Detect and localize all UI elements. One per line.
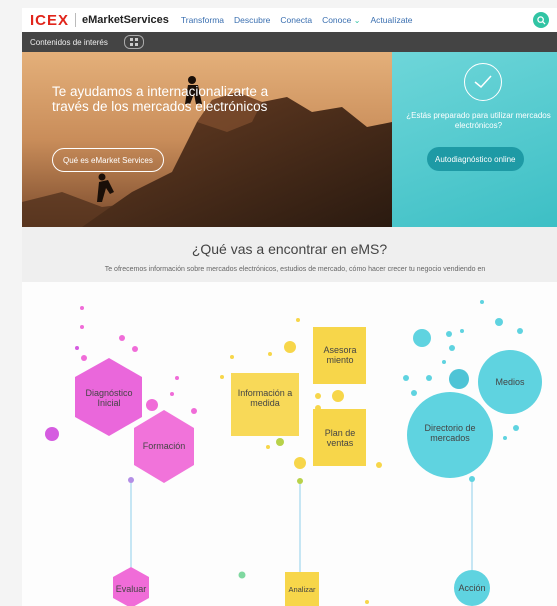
section-description: Te ofrecemos información sobre mercados … [104, 266, 486, 273]
autodiagnostico-button[interactable]: Autodiagnóstico online [427, 147, 524, 171]
self-diagnosis-panel: ¿Estás preparado para utilizar mercados … [392, 52, 557, 227]
accion-label[interactable]: Acción [454, 583, 490, 593]
plan-ventas-label[interactable]: Plan de ventas [319, 428, 361, 448]
mountain-climber-image [22, 52, 392, 227]
grid-toggle-button[interactable] [123, 35, 144, 49]
formacion-label[interactable]: Formación [134, 441, 194, 451]
directorio-label[interactable]: Directorio de mercados [408, 423, 492, 443]
hero-title: Te ayudamos a internacionalizarte a trav… [52, 84, 269, 114]
nav-link-conoce-label: Conoce [322, 15, 352, 25]
nav-links: Transforma Descubre Conecta Conoce ⌄ Act… [181, 15, 413, 25]
medios-label[interactable]: Medios [478, 377, 542, 387]
chevron-down-icon: ⌄ [353, 16, 361, 25]
infographic-shapes [45, 300, 542, 606]
hero-banner: Te ayudamos a internacionalizarte a trav… [22, 52, 392, 227]
nav-link-transforma[interactable]: Transforma [181, 15, 224, 25]
informacion-label[interactable]: Información a medida [231, 388, 299, 408]
evaluar-label[interactable]: Evaluar [113, 584, 149, 594]
search-button[interactable] [533, 12, 549, 28]
nav-link-descubre[interactable]: Descubre [234, 15, 270, 25]
que-es-ems-button[interactable]: Qué es eMarket Services [52, 148, 164, 172]
page: ICEX eMarketServices Transforma Descubre… [0, 0, 557, 606]
section-title: ¿Qué vas a encontrar en eMS? [191, 241, 388, 257]
contenidos-label[interactable]: Contenidos de interés [30, 38, 108, 47]
nav-link-actualizate[interactable]: Actualízate [370, 15, 412, 25]
icex-logo[interactable]: ICEX [30, 12, 69, 29]
analizar-label[interactable]: Analizar [285, 585, 319, 595]
diagnostico-label[interactable]: Diagnóstico Inicial [75, 388, 143, 408]
cta-question: ¿Estás preparado para utilizar mercados … [406, 111, 551, 130]
logo-divider [75, 13, 77, 27]
grid-icon [129, 38, 138, 46]
top-navbar: ICEX eMarketServices Transforma Descubre… [22, 8, 557, 32]
asesoramiento-label[interactable]: Asesora miento [319, 345, 361, 365]
emarketservices-logo[interactable]: eMarketServices [82, 14, 169, 26]
services-infographic: Diagnóstico Inicial Formación Evaluar In… [22, 282, 557, 606]
nav-link-conoce[interactable]: Conoce ⌄ [322, 15, 360, 25]
search-icon [536, 15, 546, 25]
check-circle-icon [464, 63, 502, 101]
what-you-find-section: ¿Qué vas a encontrar en eMS? Te ofrecemo… [22, 227, 557, 282]
checkmark-icon [474, 75, 492, 89]
nav-link-conecta[interactable]: Conecta [280, 15, 312, 25]
content-subbar: Contenidos de interés [22, 32, 557, 52]
